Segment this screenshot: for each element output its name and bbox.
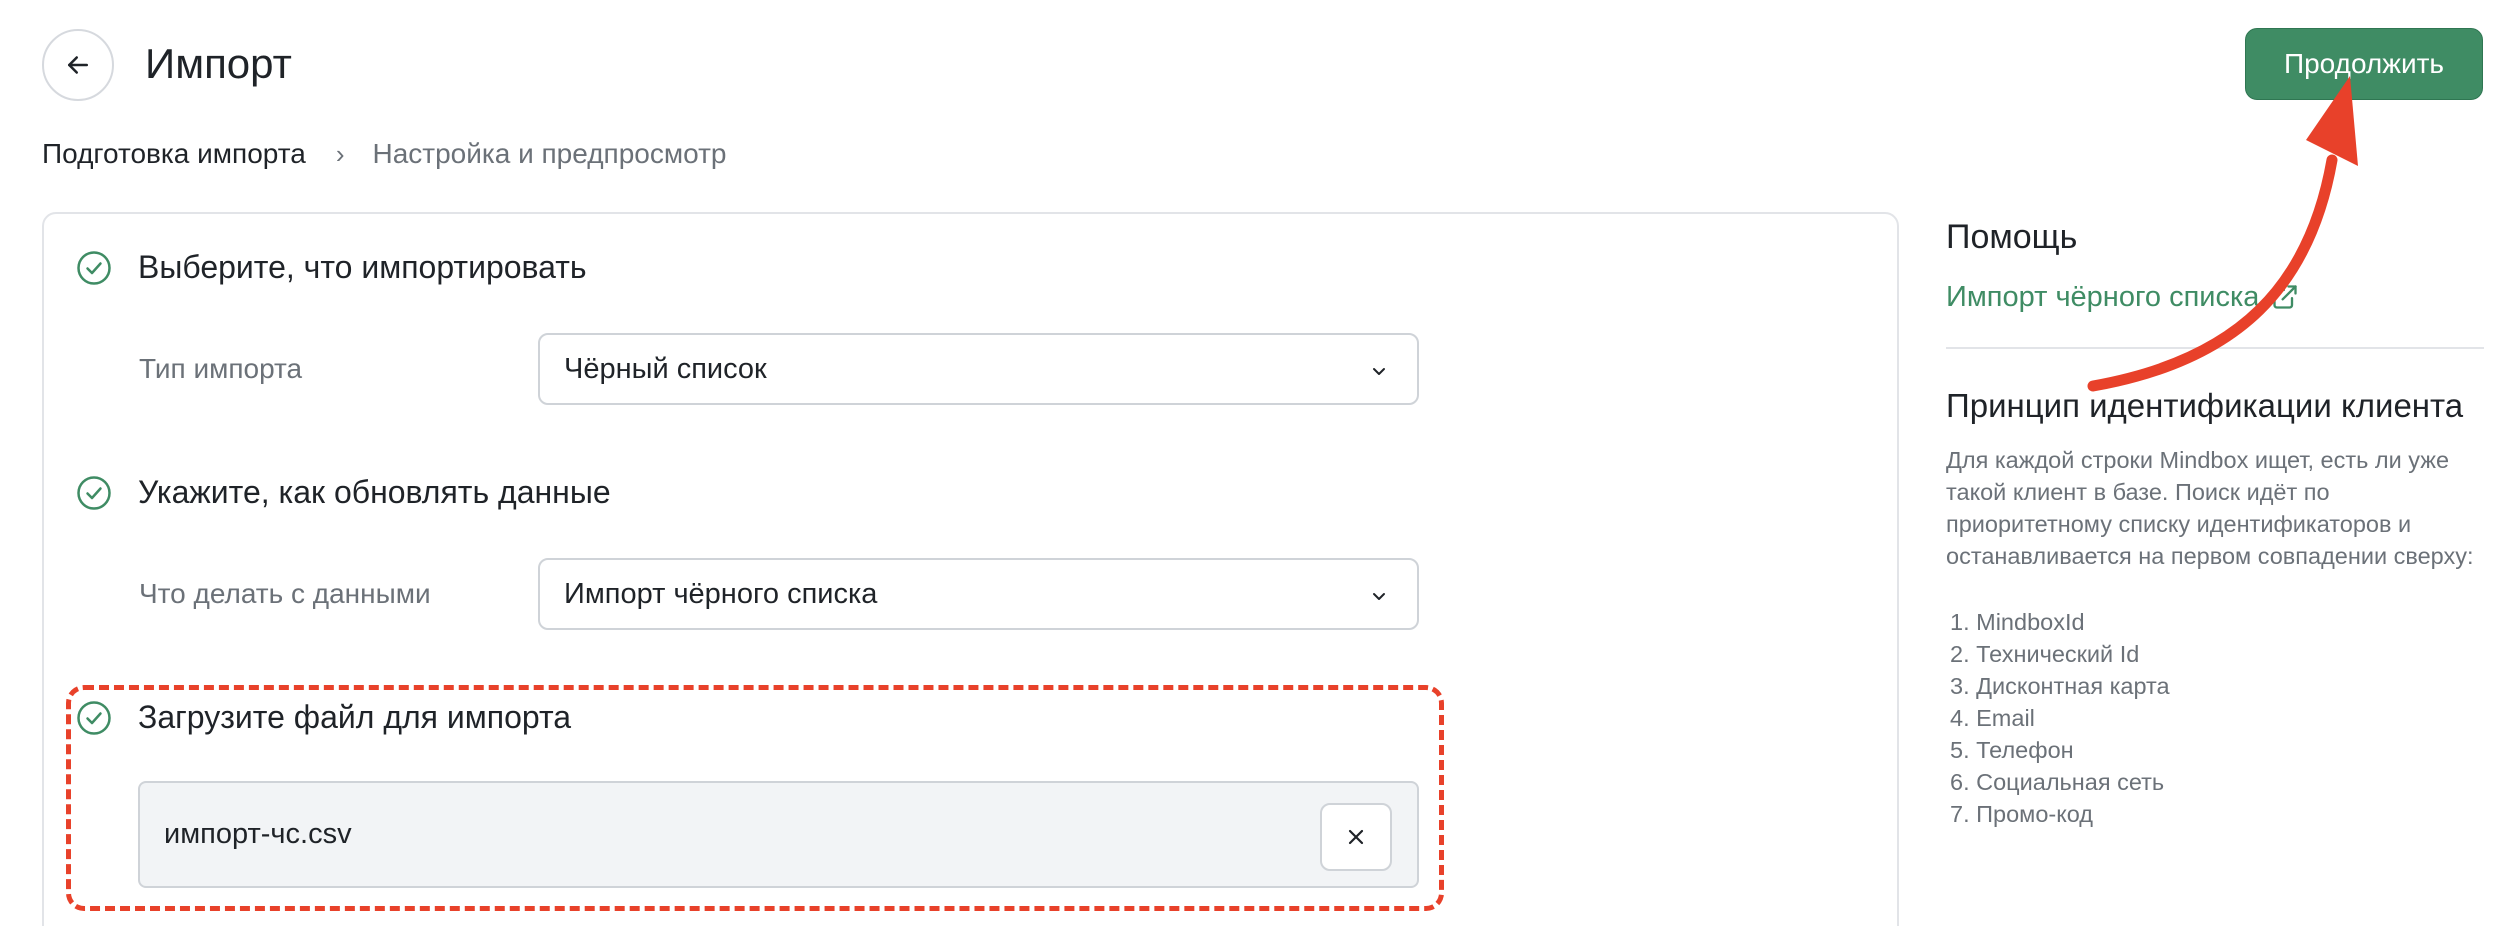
identifier-item: 5. Телефон xyxy=(1950,737,2074,763)
import-type-value: Чёрный список xyxy=(564,352,767,385)
import-type-label: Тип импорта xyxy=(139,353,303,384)
section-title-choose: Выберите, что импортировать xyxy=(138,249,587,285)
page-title: Импорт xyxy=(145,40,292,87)
help-link-label: Импорт чёрного списка xyxy=(1946,281,2260,313)
breadcrumb: Подготовка импорта › Настройка и предпро… xyxy=(42,136,726,172)
principle-description: Для каждой строки Mindbox ищет, есть ли … xyxy=(1946,447,2474,569)
update-mode-select[interactable]: Импорт чёрного списка xyxy=(538,558,1419,630)
check-circle-icon xyxy=(77,476,111,510)
back-button[interactable] xyxy=(42,29,114,101)
remove-file-button[interactable] xyxy=(1320,803,1392,871)
arrow-left-icon xyxy=(68,56,88,74)
breadcrumb-separator-icon: › xyxy=(335,138,345,169)
chevron-down-icon xyxy=(1373,593,1385,600)
uploaded-file: импорт-чс.csv xyxy=(138,781,1419,888)
import-type-select[interactable]: Чёрный список xyxy=(538,333,1419,405)
external-link-icon xyxy=(2273,285,2298,309)
check-circle-icon xyxy=(77,251,111,285)
uploaded-file-name: импорт-чс.csv xyxy=(164,818,352,850)
identifier-item: 1. MindboxId xyxy=(1950,609,2085,635)
principle-title: Принцип идентификации клиента xyxy=(1946,387,2464,424)
identifier-item: 7. Промо-код xyxy=(1950,801,2094,827)
breadcrumb-step-settings: Настройка и предпросмотр xyxy=(372,138,727,169)
identifier-list: 1. MindboxId 2. Технический Id 3. Дискон… xyxy=(1950,606,2170,830)
identifier-item: 3. Дисконтная карта xyxy=(1950,673,2170,699)
identifier-item: 4. Email xyxy=(1950,705,2035,731)
identifier-item: 2. Технический Id xyxy=(1950,641,2140,667)
identifier-item: 6. Социальная сеть xyxy=(1950,769,2165,795)
section-title-update: Укажите, как обновлять данные xyxy=(138,474,611,510)
close-icon xyxy=(1348,829,1364,845)
update-mode-value: Импорт чёрного списка xyxy=(564,577,878,610)
help-link-blacklist-import[interactable]: Импорт чёрного списка xyxy=(1946,278,2299,316)
continue-button[interactable]: Продолжить xyxy=(2245,28,2483,100)
update-mode-label: Что делать с данными xyxy=(139,578,431,609)
help-divider xyxy=(1946,347,2484,349)
breadcrumb-step-preparation[interactable]: Подготовка импорта xyxy=(42,138,306,170)
chevron-down-icon xyxy=(1373,368,1385,375)
help-title: Помощь xyxy=(1946,218,2078,256)
check-circle-icon xyxy=(77,701,111,735)
section-title-upload: Загрузите файл для импорта xyxy=(138,699,572,735)
